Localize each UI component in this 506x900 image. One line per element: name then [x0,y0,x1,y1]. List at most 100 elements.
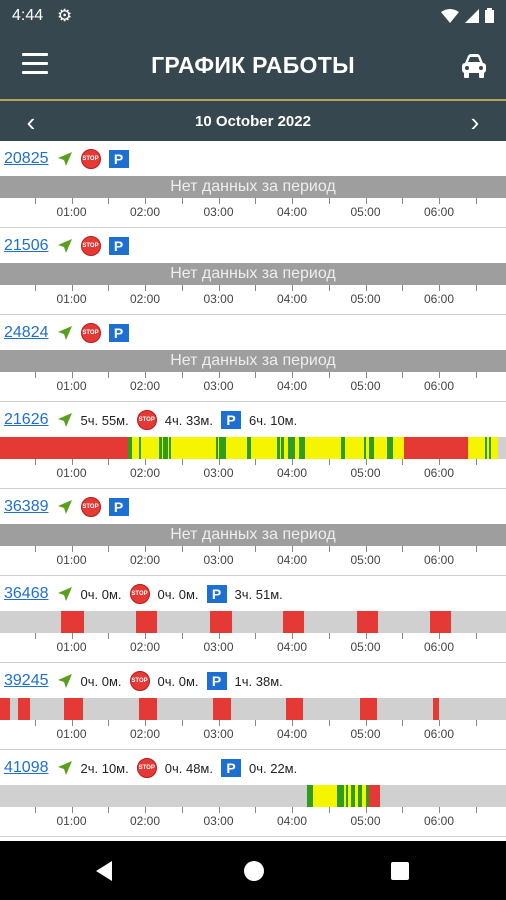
vehicle-id-link[interactable]: 20825 [4,150,49,168]
tick-mark [145,720,146,726]
tick-mark [439,807,440,813]
timeline-track[interactable]: Нет данных за период [0,350,506,372]
tick-mark [402,633,404,639]
stop-icon: STOP [129,584,150,604]
timeline-track[interactable]: Нет данных за период [0,263,506,285]
movement-stripe [488,437,491,459]
movement-arrow-icon [57,413,72,427]
stop-segment [64,698,83,720]
hour-label: 01:00 [56,640,87,654]
recents-icon[interactable] [391,862,409,880]
tick-mark [181,198,183,204]
stop-segment [403,437,468,459]
tick-mark [255,285,257,291]
timeline-track[interactable] [0,611,506,633]
stop-duration: 0ч. 48м. [164,760,213,776]
tick-mark [145,198,146,204]
hour-labels: 01:00 02:00 03:00 04:00 05:00 06:00 [0,205,506,221]
tick-mark [71,285,73,291]
vehicle-row: 20825 STOP P Нет данных за период 01:00 02:00… [0,141,506,228]
no-data-message: Нет данных за период [170,178,336,195]
tick-mark [328,633,330,639]
vehicle-header: 39245 0ч. 0м. STOP 0ч. 0м. P 1ч. 38м. [4,671,291,691]
car-icon[interactable] [460,53,488,79]
next-day-button[interactable]: › [460,107,490,138]
stop-icon: STOP [136,758,157,778]
activity-segment [467,437,498,459]
tick-mark [292,807,293,813]
hour-labels: 01:00 02:00 03:00 04:00 05:00 06:00 [0,727,506,743]
tick-mark [255,372,257,378]
vehicle-row: 39245 0ч. 0м. STOP 0ч. 0м. P 1ч. 38м. 01:00 02:… [0,663,506,750]
home-icon[interactable] [244,861,264,881]
parking-icon: P [206,672,227,690]
movement-stripe [281,437,285,459]
stop-icon: STOP [80,236,101,256]
parking-duration: 6ч. 10м. [249,412,298,428]
stop-segment [61,611,84,633]
vehicle-id-link[interactable]: 41098 [4,759,49,777]
tick-mark [365,459,367,465]
timeline-track[interactable] [0,785,506,807]
vehicle-id-link[interactable]: 36389 [4,498,49,516]
timeline-track[interactable]: Нет данных за период [0,524,506,546]
system-nav-bar [0,841,506,900]
tick-mark [218,285,220,291]
hour-label: 04:00 [276,205,308,219]
hour-labels: 01:00 02:00 03:00 04:00 05:00 06:00 [0,553,506,569]
hour-label: 06:00 [423,727,455,741]
tick-mark [34,720,36,726]
tick-mark [255,720,257,726]
timeline-track[interactable] [0,437,506,459]
timeline-track[interactable]: Нет данных за период [0,176,506,198]
back-icon[interactable] [96,861,112,881]
tick-mark [328,546,330,552]
vehicle-header: 36389 STOP P [4,497,137,517]
hour-labels: 01:00 02:00 03:00 04:00 05:00 06:00 [0,640,506,656]
stop-segment [369,785,381,807]
parking-icon: P [108,237,129,255]
vehicle-row: 24824 STOP P Нет данных за период 01:00 02:00… [0,315,506,402]
movement-stripe [139,437,142,459]
movement-arrow-icon [57,326,72,340]
vehicle-id-link[interactable]: 21626 [4,411,49,429]
stop-segment [17,698,30,720]
vehicle-id-link[interactable]: 21506 [4,237,49,255]
tick-mark [71,633,73,639]
signal-icon [465,8,479,23]
status-bar: 4:44 ⚙ [0,0,506,33]
tick-mark [255,459,257,465]
tick-mark [292,633,293,639]
tick-mark [218,807,220,813]
hour-label: 05:00 [350,640,381,654]
hour-label: 06:00 [423,292,455,306]
hour-label: 05:00 [350,727,381,741]
tick-mark [108,720,110,726]
vehicle-id-link[interactable]: 39245 [4,672,49,690]
vehicle-header: 24824 STOP P [4,323,137,343]
vehicle-id-link[interactable]: 24824 [4,324,49,342]
tick-mark [365,720,367,726]
movement-stripe [288,437,296,459]
movement-stripe [387,437,394,459]
tick-mark [328,198,330,204]
hour-label: 03:00 [203,727,234,741]
tick-mark [145,459,146,465]
hour-label: 03:00 [203,379,234,393]
movement-stripe [337,785,345,807]
hour-label: 05:00 [350,379,381,393]
vehicle-id-link[interactable]: 36468 [4,585,49,603]
tick-mark [402,720,404,726]
hour-labels: 01:00 02:00 03:00 04:00 05:00 06:00 [0,292,506,308]
parking-icon: P [206,585,227,603]
movement-stripe [277,437,281,459]
tick-mark [71,372,73,378]
hour-label: 03:00 [203,640,234,654]
no-data-message: Нет данных за период [170,265,336,282]
hour-label: 06:00 [423,553,455,567]
movement-stripe [358,785,363,807]
tick-mark [34,285,36,291]
tick-mark [402,372,404,378]
timeline-track[interactable] [0,698,506,720]
stop-duration: 0ч. 0м. [157,673,199,689]
